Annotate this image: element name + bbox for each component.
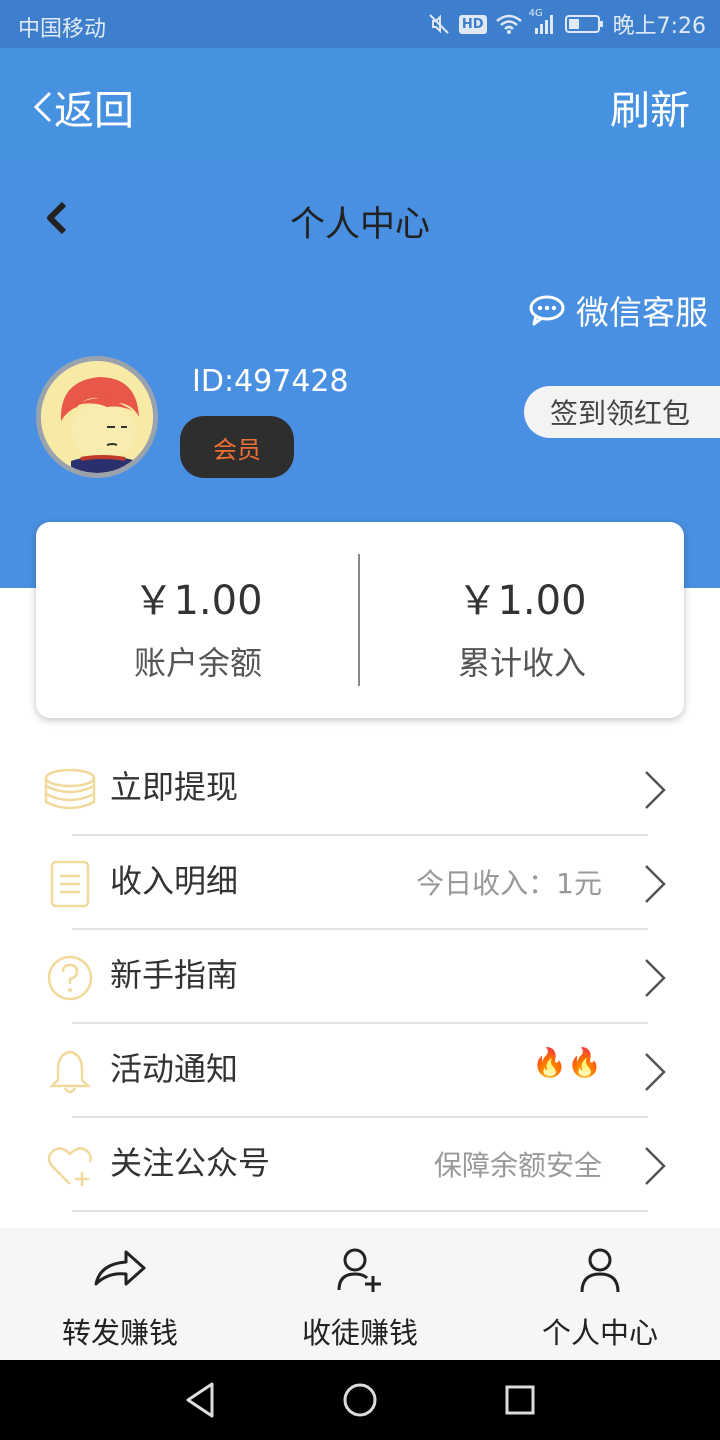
signal-type-label: 4G [528,8,543,19]
user-icon [480,1246,720,1294]
chevron-right-icon [642,956,668,1004]
account-balance-amount: ￥1.00 [133,578,263,624]
fire-icon: 🔥🔥 [532,1046,602,1079]
battery-icon [564,13,605,35]
system-nav-bar [0,1360,720,1440]
add-user-icon [240,1246,480,1294]
page-back-button[interactable] [40,198,72,242]
menu-item-follow-account[interactable]: 关注公众号 保障余额安全 [0,1118,720,1212]
bottom-tab-bar: 转发赚钱 收徒赚钱 个人中心 [0,1228,720,1360]
wechat-service-label: 微信客服 [576,293,708,332]
menu-list: 立即提现 收入明细 今日收入：1元 新手指南 活动通知 🔥🔥 关注公众号 保障余… [0,742,720,1212]
menu-item-label: 立即提现 [110,768,239,806]
sign-in-button[interactable]: 签到领红包 [524,386,720,438]
chevron-right-icon [642,1144,668,1192]
chevron-right-icon [642,1050,668,1098]
total-income-amount: ￥1.00 [457,578,587,624]
avatar[interactable] [36,356,158,478]
home-circle-icon[interactable] [342,1380,378,1424]
menu-item-label: 活动通知 [110,1050,239,1088]
share-arrow-icon [0,1246,240,1290]
menu-item-notifications[interactable]: 活动通知 🔥🔥 [0,1024,720,1118]
member-badge: 会员 [180,416,294,478]
avatar-illustration [41,361,153,473]
status-icons: HD 4G 晚上7:26 [427,8,706,40]
menu-item-label: 新手指南 [110,956,239,994]
menu-item-label: 收入明细 [110,862,239,900]
page-title: 个人中心 [289,205,430,245]
menu-item-guide[interactable]: 新手指南 [0,930,720,1024]
balance-card: ￥1.00 账户余额 ￥1.00 累计收入 [36,522,684,718]
wifi-icon [495,13,523,35]
balance-safety-text: 保障余额安全 [433,1149,602,1182]
heart-plus-icon [44,1140,96,1192]
carrier-name: 中国移动 [18,17,107,42]
question-icon [44,952,96,1004]
tab-label: 个人中心 [541,1316,658,1350]
account-balance-label: 账户余额 [133,644,262,682]
chevron-right-icon [642,862,668,910]
menu-divider [72,1210,648,1212]
back-triangle-icon[interactable] [184,1380,218,1424]
chevron-left-icon [40,201,72,242]
chevron-left-icon [30,87,54,127]
wechat-service-button[interactable]: 微信客服 [528,286,708,334]
notepad-icon [44,858,96,910]
recents-square-icon[interactable] [504,1380,536,1424]
back-label: 返回 [54,88,134,134]
mute-icon [427,12,451,36]
chat-bubble-icon [528,294,566,326]
menu-item-income-detail[interactable]: 收入明细 今日收入：1元 [0,836,720,930]
tab-label: 收徒赚钱 [301,1316,418,1350]
tab-label: 转发赚钱 [61,1316,178,1350]
coins-icon [44,764,96,816]
user-id: ID:497428 [192,364,349,399]
back-button[interactable]: 返回 [30,78,134,136]
bell-icon [44,1046,96,1098]
clock: 晚上7:26 [612,14,706,39]
status-bar: 中国移动 HD 4G 晚上7:26 [0,0,720,48]
refresh-button[interactable]: 刷新 [610,78,690,136]
account-balance[interactable]: ￥1.00 账户余额 [36,568,360,684]
tab-personal-center[interactable]: 个人中心 [480,1228,720,1360]
tab-share-earn[interactable]: 转发赚钱 [0,1228,240,1360]
total-income-label: 累计收入 [457,644,586,682]
total-income[interactable]: ￥1.00 累计收入 [360,568,684,684]
chevron-right-icon [642,768,668,816]
signal-icon: 4G [529,8,557,36]
hd-icon: HD [458,14,487,34]
today-income-text: 今日收入：1元 [416,867,602,900]
tab-recruit-earn[interactable]: 收徒赚钱 [240,1228,480,1360]
menu-item-label: 关注公众号 [110,1144,271,1182]
title-bar: 返回 刷新 [0,48,720,160]
menu-item-withdraw[interactable]: 立即提现 [0,742,720,836]
